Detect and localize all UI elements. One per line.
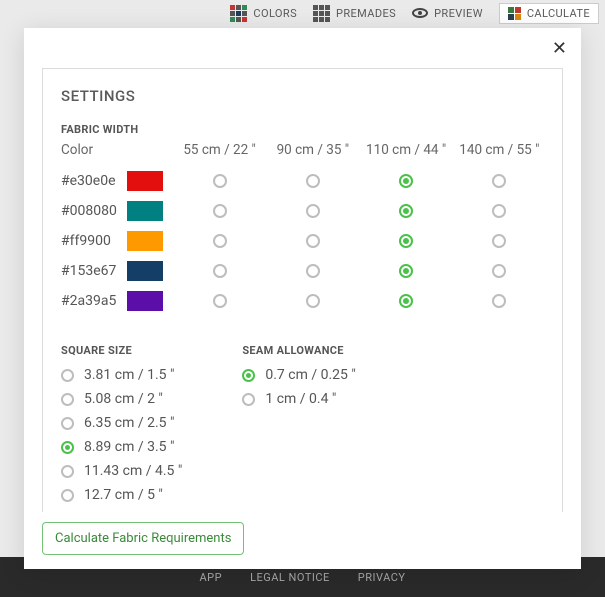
square-size-option-label: 3.81 cm / 1.5 " (84, 367, 174, 383)
fabric-width-radio[interactable] (492, 204, 506, 218)
fabric-width-radio[interactable] (306, 204, 320, 218)
square-size-option[interactable]: 5.08 cm / 2 " (61, 391, 182, 407)
color-swatch (127, 201, 163, 221)
square-size-option-label: 8.89 cm / 3.5 " (84, 439, 174, 455)
fabric-width-radio[interactable] (492, 264, 506, 278)
color-swatch (127, 171, 163, 191)
topbar: COLORS PREMADES PREVIEW CALCULATE (0, 0, 605, 26)
square-size-option-label: 5.08 cm / 2 " (84, 391, 163, 407)
square-size-option[interactable]: 6.35 cm / 2.5 " (61, 415, 182, 431)
width-header-1: 90 cm / 35 " (268, 142, 357, 158)
color-hex: #e30e0e (61, 173, 123, 189)
color-swatch (127, 261, 163, 281)
square-size-radio[interactable] (61, 489, 74, 502)
square-size-radio[interactable] (61, 465, 74, 478)
fabric-width-radio[interactable] (399, 204, 413, 218)
fabric-width-row: #153e67 (61, 256, 544, 286)
fabric-width-radio[interactable] (492, 294, 506, 308)
fabric-width-radio[interactable] (213, 204, 227, 218)
seam-allowance-option-label: 1 cm / 0.4 " (265, 391, 336, 407)
fabric-width-row: #ff9900 (61, 226, 544, 256)
seam-allowance-label: SEAM ALLOWANCE (242, 344, 355, 357)
square-size-option[interactable]: 12.7 cm / 5 " (61, 487, 182, 503)
seam-allowance-option[interactable]: 0.7 cm / 0.25 " (242, 367, 355, 383)
settings-modal: ✕ SETTINGS FABRIC WIDTH Color 55 cm / 22… (24, 28, 581, 569)
square-size-option-label: 12.7 cm / 5 " (84, 487, 163, 503)
calculate-icon (508, 7, 521, 20)
seam-allowance-section: SEAM ALLOWANCE 0.7 cm / 0.25 " 1 cm / 0.4… (242, 344, 355, 503)
colors-icon (230, 5, 247, 22)
color-hex: #008080 (61, 203, 123, 219)
modal-footer: Calculate Fabric Requirements (24, 512, 581, 569)
fabric-width-radio[interactable] (492, 174, 506, 188)
topbar-calculate[interactable]: CALCULATE (499, 3, 599, 24)
topbar-premades-label: PREMADES (336, 7, 396, 20)
fabric-width-radio[interactable] (306, 174, 320, 188)
topbar-colors-label: COLORS (253, 7, 297, 20)
fabric-width-radio[interactable] (213, 174, 227, 188)
seam-allowance-option[interactable]: 1 cm / 0.4 " (242, 391, 355, 407)
fabric-width-row: #008080 (61, 196, 544, 226)
fabric-width-radio[interactable] (306, 264, 320, 278)
square-size-radio[interactable] (61, 369, 74, 382)
calculate-button[interactable]: Calculate Fabric Requirements (42, 522, 244, 555)
fabric-width-header-row: Color 55 cm / 22 " 90 cm / 35 " 110 cm /… (61, 142, 544, 158)
seam-allowance-option-label: 0.7 cm / 0.25 " (265, 367, 355, 383)
color-hex: #153e67 (61, 263, 123, 279)
seam-allowance-radio[interactable] (242, 369, 255, 382)
fabric-width-radio[interactable] (306, 234, 320, 248)
color-hex: #ff9900 (61, 233, 123, 249)
square-size-radio[interactable] (61, 393, 74, 406)
fabric-width-row: #e30e0e (61, 166, 544, 196)
modal-body: SETTINGS FABRIC WIDTH Color 55 cm / 22 "… (24, 28, 581, 512)
square-size-option[interactable]: 3.81 cm / 1.5 " (61, 367, 182, 383)
fabric-width-radio[interactable] (213, 264, 227, 278)
footer-app[interactable]: APP (200, 571, 223, 584)
color-swatch (127, 291, 163, 311)
topbar-calculate-label: CALCULATE (527, 7, 590, 20)
square-size-radio[interactable] (61, 417, 74, 430)
color-hex: #2a39a5 (61, 293, 123, 309)
square-size-option-label: 6.35 cm / 2.5 " (84, 415, 174, 431)
close-icon[interactable]: ✕ (552, 38, 567, 59)
width-header-0: 55 cm / 22 " (175, 142, 264, 158)
square-size-section: SQUARE SIZE 3.81 cm / 1.5 " 5.08 cm / 2 "… (61, 344, 182, 503)
topbar-premades[interactable]: PREMADES (313, 5, 396, 22)
fabric-width-row: #2a39a5 (61, 286, 544, 316)
color-swatch (127, 231, 163, 251)
settings-card: SETTINGS FABRIC WIDTH Color 55 cm / 22 "… (42, 68, 563, 512)
fabric-width-table: Color 55 cm / 22 " 90 cm / 35 " 110 cm /… (61, 142, 544, 316)
square-size-radio[interactable] (61, 441, 74, 454)
fabric-width-radio[interactable] (399, 234, 413, 248)
fabric-width-radio[interactable] (399, 294, 413, 308)
premades-icon (313, 5, 330, 22)
fabric-width-radio[interactable] (306, 294, 320, 308)
square-size-option[interactable]: 8.89 cm / 3.5 " (61, 439, 182, 455)
footer-privacy[interactable]: PRIVACY (358, 571, 406, 584)
eye-icon (412, 8, 428, 18)
topbar-colors[interactable]: COLORS (230, 5, 297, 22)
seam-allowance-radio[interactable] (242, 393, 255, 406)
fabric-width-radio[interactable] (399, 264, 413, 278)
fabric-width-label: FABRIC WIDTH (61, 123, 544, 136)
fabric-width-radio[interactable] (213, 294, 227, 308)
square-size-option-label: 11.43 cm / 4.5 " (84, 463, 182, 479)
fabric-width-radio[interactable] (492, 234, 506, 248)
topbar-preview[interactable]: PREVIEW (412, 7, 483, 20)
fabric-width-radio[interactable] (213, 234, 227, 248)
footer-legal[interactable]: LEGAL NOTICE (250, 571, 330, 584)
settings-title: SETTINGS (61, 87, 544, 105)
square-size-option[interactable]: 11.43 cm / 4.5 " (61, 463, 182, 479)
square-size-label: SQUARE SIZE (61, 344, 182, 357)
color-header: Color (61, 142, 123, 158)
fabric-width-radio[interactable] (399, 174, 413, 188)
topbar-preview-label: PREVIEW (434, 7, 483, 20)
width-header-2: 110 cm / 44 " (362, 142, 451, 158)
width-header-3: 140 cm / 55 " (455, 142, 544, 158)
